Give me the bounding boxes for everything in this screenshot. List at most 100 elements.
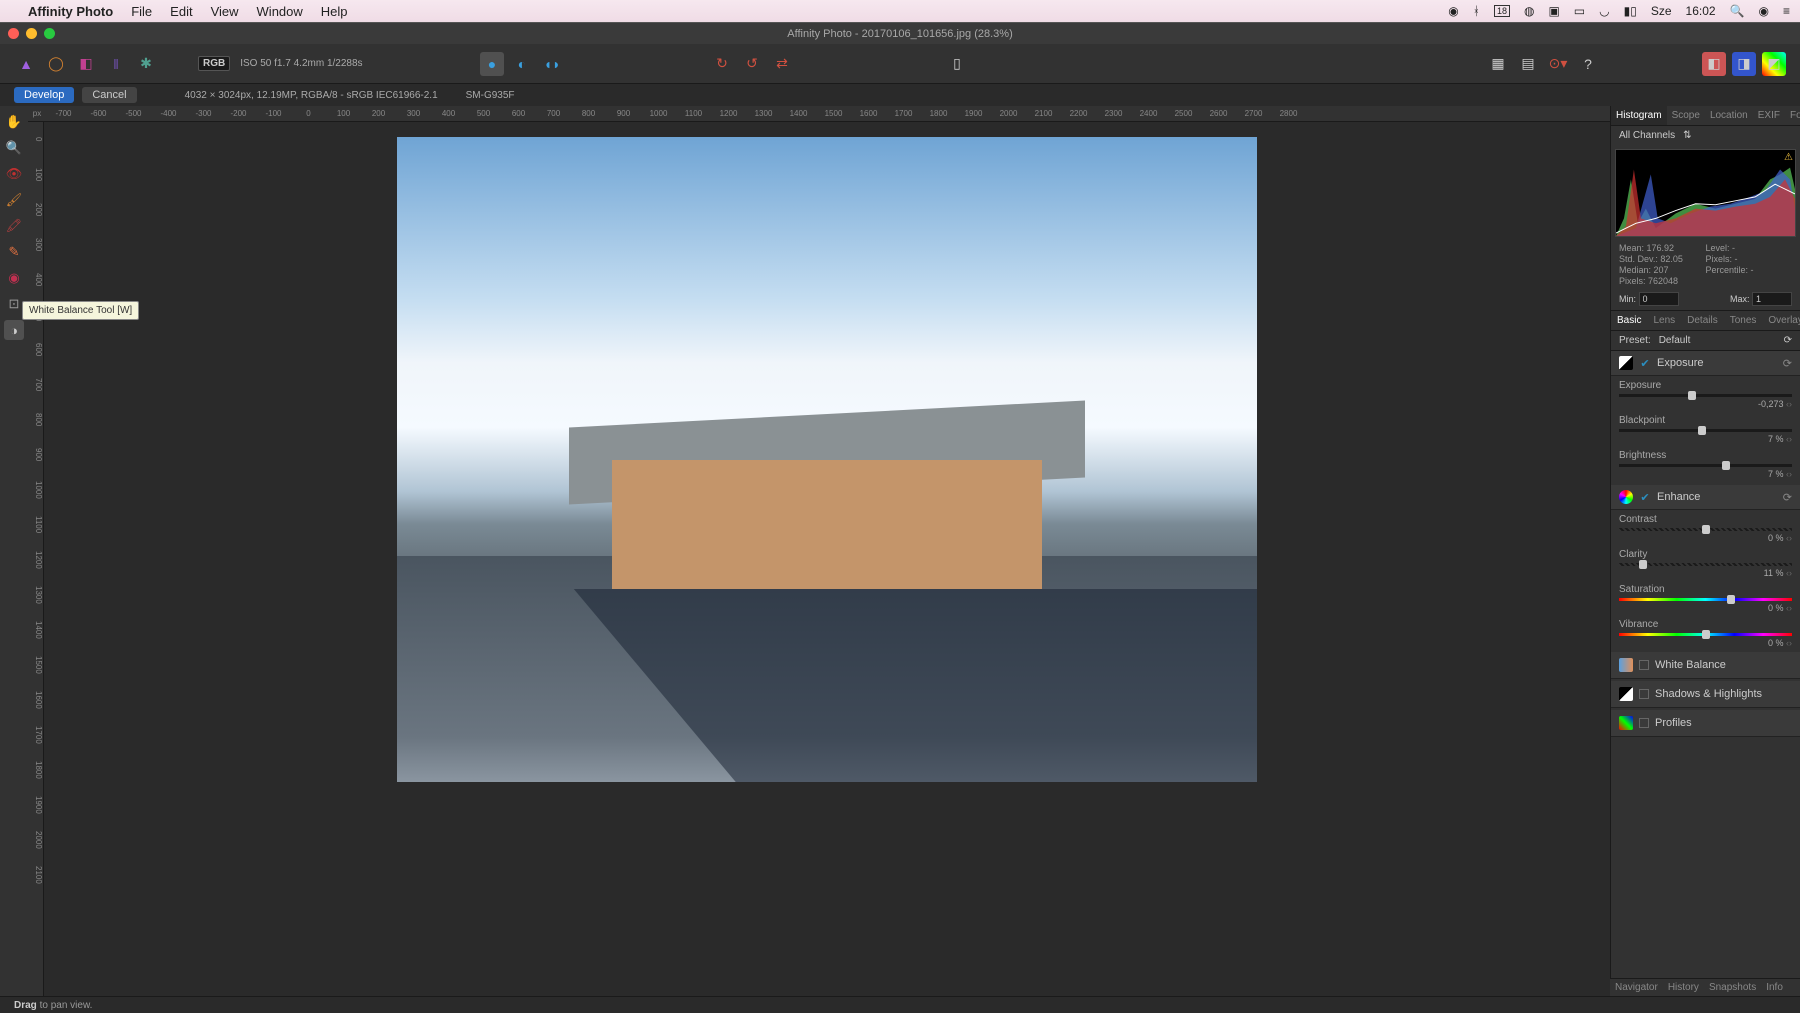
tab-snapshots[interactable]: Snapshots [1704, 979, 1761, 996]
channel-dropdown-icon[interactable]: ⇅ [1683, 130, 1691, 141]
max-input[interactable] [1752, 292, 1792, 306]
shadows-highlights-header[interactable]: Shadows & Highlights [1611, 681, 1800, 708]
overlay-erase-tool[interactable]: ✎ [4, 242, 24, 262]
clock[interactable]: 16:02 [1686, 4, 1716, 18]
exposure-value[interactable]: -0,273 [1758, 399, 1792, 409]
assistant-icon[interactable]: ? [1576, 52, 1600, 76]
vibrance-value[interactable]: 0 % [1768, 638, 1792, 648]
white-balance-header[interactable]: White Balance [1611, 652, 1800, 679]
status-hint-rest: to pan view. [37, 1000, 93, 1011]
ui-color-icon[interactable]: ◩ [1762, 52, 1786, 76]
siri-icon[interactable]: ◉ [1759, 4, 1769, 18]
overlay-paint-tool[interactable]: 🖍 [4, 216, 24, 236]
enhance-reset-icon[interactable]: ⟳ [1783, 491, 1792, 504]
redeye-tool[interactable]: 👁 [4, 164, 24, 184]
develop-button[interactable]: Develop [14, 87, 74, 103]
crop-tool[interactable]: ⊡ [4, 294, 24, 314]
exposure-reset-icon[interactable]: ⟳ [1783, 357, 1792, 370]
ui-dark-icon[interactable]: ◨ [1732, 52, 1756, 76]
persona-develop-icon[interactable]: ◧ [74, 52, 98, 76]
tab-histogram[interactable]: Histogram [1611, 106, 1667, 125]
app-menu[interactable]: Affinity Photo [28, 4, 113, 19]
tab-lens[interactable]: Lens [1647, 311, 1681, 330]
blackpoint-value[interactable]: 7 % [1768, 434, 1792, 444]
grid-icon[interactable]: ▦ [1486, 52, 1510, 76]
profiles-checkbox[interactable] [1639, 718, 1649, 728]
preset-refresh-icon[interactable]: ⟳ [1784, 335, 1792, 346]
tab-exif[interactable]: EXIF [1753, 106, 1785, 125]
single-view-icon[interactable]: ● [480, 52, 504, 76]
white-balance-checkbox[interactable] [1639, 660, 1649, 670]
persona-photo-icon[interactable]: ▲ [14, 52, 38, 76]
cancel-button[interactable]: Cancel [82, 87, 136, 103]
exposure-slider[interactable] [1619, 394, 1792, 397]
profiles-header[interactable]: Profiles [1611, 710, 1800, 737]
calendar-icon[interactable]: 18 [1494, 5, 1510, 17]
tab-info[interactable]: Info [1761, 979, 1788, 996]
cloud-icon[interactable]: ◍ [1524, 4, 1534, 18]
airplay-icon[interactable]: ▭ [1574, 4, 1585, 18]
exposure-checkbox[interactable]: ✔ [1639, 357, 1651, 369]
menu-window[interactable]: Window [257, 4, 303, 19]
brightness-value[interactable]: 7 % [1768, 469, 1792, 479]
tab-basic[interactable]: Basic [1611, 311, 1647, 330]
menu-view[interactable]: View [211, 4, 239, 19]
rotate-ccw-icon[interactable]: ↺ [740, 52, 764, 76]
notification-icon[interactable]: ≡ [1783, 4, 1790, 18]
clarity-value[interactable]: 11 % [1764, 568, 1792, 578]
tab-navigator[interactable]: Navigator [1610, 979, 1663, 996]
bluetooth-icon[interactable]: ᚼ [1473, 4, 1480, 18]
saturation-slider[interactable] [1619, 598, 1792, 601]
tab-location[interactable]: Location [1705, 106, 1753, 125]
spotlight-icon[interactable]: 🔍 [1730, 4, 1745, 18]
persona-tone-icon[interactable]: ‖ [104, 52, 128, 76]
maximize-button[interactable] [44, 28, 55, 39]
close-button[interactable] [8, 28, 19, 39]
minimize-button[interactable] [26, 28, 37, 39]
viber-icon[interactable]: ◉ [1448, 4, 1458, 18]
canvas[interactable] [44, 122, 1610, 996]
battery-icon[interactable]: ▮▯ [1624, 4, 1637, 18]
persona-liquify-icon[interactable]: ◯ [44, 52, 68, 76]
menu-file[interactable]: File [131, 4, 152, 19]
tab-focus[interactable]: Focus [1785, 106, 1800, 125]
enhance-header[interactable]: ✔ Enhance ⟳ [1611, 485, 1800, 510]
tab-details[interactable]: Details [1681, 311, 1724, 330]
ui-light-icon[interactable]: ◧ [1702, 52, 1726, 76]
clarity-slider[interactable] [1619, 563, 1792, 566]
contrast-value[interactable]: 0 % [1768, 533, 1792, 543]
enhance-checkbox[interactable]: ✔ [1639, 491, 1651, 503]
wifi-icon[interactable]: ◡ [1599, 4, 1609, 18]
channel-selector[interactable]: All Channels [1619, 130, 1675, 141]
menu-help[interactable]: Help [321, 4, 348, 19]
tab-overlays[interactable]: Overlays [1762, 311, 1800, 330]
tab-history[interactable]: History [1663, 979, 1704, 996]
right-panel: Histogram Scope Location EXIF Focus All … [1610, 106, 1800, 996]
contrast-slider[interactable] [1619, 528, 1792, 531]
vibrance-slider[interactable] [1619, 633, 1792, 636]
tab-tones[interactable]: Tones [1724, 311, 1763, 330]
snap-icon[interactable]: ⊙▾ [1546, 52, 1570, 76]
split-view-icon[interactable]: ◐ [510, 52, 534, 76]
hand-tool[interactable]: ✋ [4, 112, 24, 132]
white-balance-tool[interactable]: ◑ [4, 320, 24, 340]
tab-scope[interactable]: Scope [1667, 106, 1705, 125]
rotate-cw-icon[interactable]: ↻ [710, 52, 734, 76]
blackpoint-slider[interactable] [1619, 429, 1792, 432]
overlay-gradient-tool[interactable]: ◉ [4, 268, 24, 288]
dropbox-icon[interactable]: ▣ [1548, 4, 1559, 18]
preset-value[interactable]: Default [1659, 335, 1691, 346]
zoom-tool[interactable]: 🔍 [4, 138, 24, 158]
mirror-view-icon[interactable]: ◖◗ [540, 52, 564, 76]
persona-export-icon[interactable]: ✱ [134, 52, 158, 76]
brightness-slider[interactable] [1619, 464, 1792, 467]
clip-warning-icon[interactable]: ▯ [945, 52, 969, 76]
flip-icon[interactable]: ⇄ [770, 52, 794, 76]
saturation-value[interactable]: 0 % [1768, 603, 1792, 613]
exposure-header[interactable]: ✔ Exposure ⟳ [1611, 351, 1800, 376]
menu-edit[interactable]: Edit [170, 4, 192, 19]
min-input[interactable] [1639, 292, 1679, 306]
blemish-tool[interactable]: 🖌 [4, 190, 24, 210]
guides-icon[interactable]: ▤ [1516, 52, 1540, 76]
shadows-highlights-checkbox[interactable] [1639, 689, 1649, 699]
